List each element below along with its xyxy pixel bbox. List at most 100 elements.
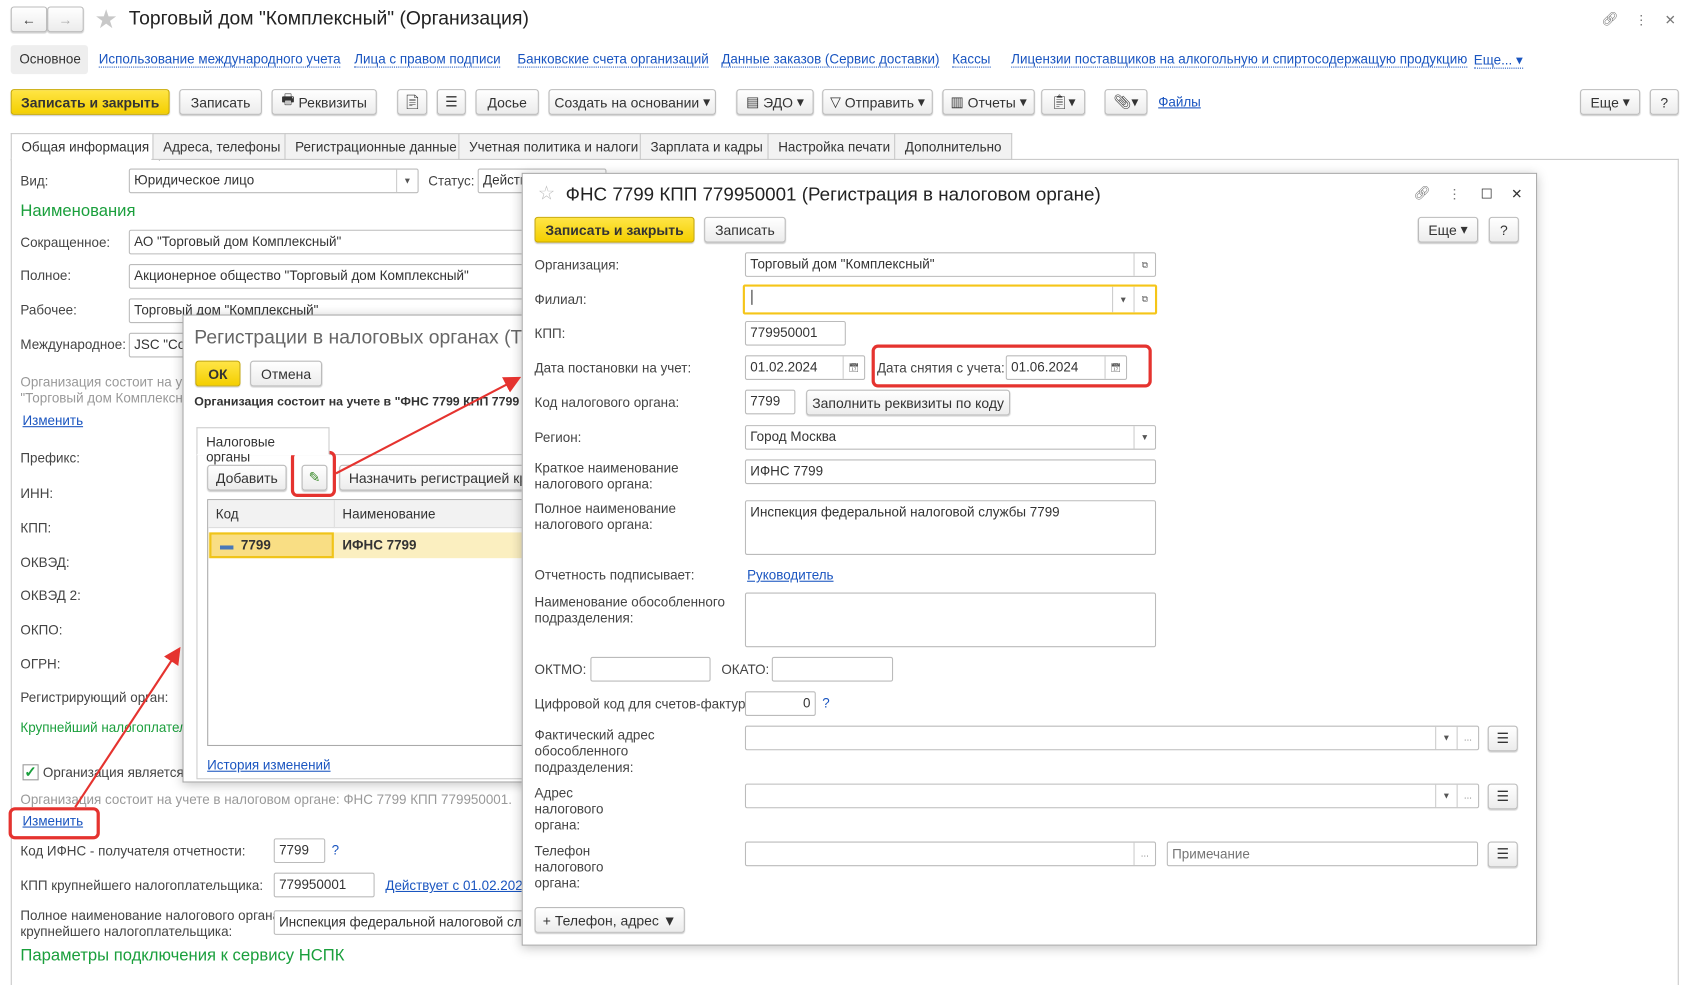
save-button[interactable]: Записать [179,89,262,115]
dossier-button[interactable]: Досье [475,89,539,115]
more-button[interactable]: Еще ▾ [1580,89,1641,115]
create-based-button[interactable]: Создать на основании ▾ [548,89,716,115]
ifns-input[interactable]: 7799 [273,838,326,864]
tab-payroll[interactable]: Зарплата и кадры [639,133,774,160]
code-input[interactable]: 7799 [744,389,796,415]
short-name-input[interactable]: АО "Торговый дом Комплексный" [128,229,537,255]
files-link[interactable]: Файлы [1158,94,1201,109]
more-vertical-icon[interactable]: ⋮ [1446,182,1463,203]
close-icon[interactable]: ✕ [1661,9,1680,30]
link-icon[interactable]: 🔗︎ [1599,9,1620,30]
back-button[interactable]: ← [10,6,48,33]
oktmo-input[interactable] [590,656,711,682]
short-name-label-2: налогового органа: [534,476,653,492]
addr-menu-button[interactable]: ☰ [1487,783,1518,810]
save-button[interactable]: Записать [704,216,786,243]
list-icon-button[interactable]: ☰ [436,89,466,115]
close-icon[interactable]: ✕ [1506,182,1527,203]
tab-accounting-policy[interactable]: Учетная политика и налоги [458,133,650,160]
save-close-button[interactable]: Записать и закрыть [10,89,170,115]
requisites-button[interactable]: 🖶 Реквизиты [271,89,377,115]
nav-orders[interactable]: Данные заказов (Сервис доставки) [721,52,940,68]
forward-button[interactable]: → [47,6,84,33]
more-vertical-icon[interactable]: ⋮ [1632,9,1651,30]
add-contact-button[interactable]: + Телефон, адрес ▼ [534,907,685,933]
nav-more[interactable]: Еще... ▾ [1473,52,1523,69]
reg-org-label: Регистрирующий орган: [20,690,169,706]
addr-input[interactable]: ▼… [744,783,1480,809]
cancel-button[interactable]: Отмена [250,360,323,387]
reg-date-input[interactable]: 01.02.2024 📅︎ [744,355,866,380]
maximize-icon[interactable]: ☐ [1476,182,1497,203]
subdivision-textarea[interactable] [744,592,1157,648]
ellipsis-icon: … [1456,726,1478,750]
assign-largest-button[interactable]: Назначить регистрацией кру [339,464,544,491]
phone-label-3: органа: [534,875,581,891]
full-name-textarea[interactable]: Инспекция федеральной налоговой службы 7… [744,500,1157,555]
reg-note: Организация состоит на уч [20,374,190,390]
oktmo-label: ОКТМО: [534,662,587,678]
fill-by-code-button[interactable]: Заполнить реквизиты по коду [806,389,1011,416]
ok-button[interactable]: ОК [195,360,241,387]
nav-bank-accounts[interactable]: Банковские счета организаций [517,52,709,68]
document-icon-button[interactable]: 📄︎ [397,89,428,115]
history-link[interactable]: История изменений [207,758,330,773]
nav-signatories[interactable]: Лица с правом подписи [354,52,501,68]
valid-from-link[interactable]: Действует с 01.02.2024 [385,878,530,893]
tab-addresses[interactable]: Адреса, телефоны [152,133,292,160]
kpp-largest-input[interactable]: 779950001 [273,872,375,898]
fact-addr-menu-button[interactable]: ☰ [1487,725,1518,752]
favorite-star-icon[interactable]: ☆ [538,182,555,205]
send-button[interactable]: ▽ Отправить ▾ [822,89,933,115]
link-icon[interactable]: 🔗︎ [1412,182,1433,203]
registration-info: Организация состоит на учете в "ФНС 7799… [194,396,520,409]
full-org-input[interactable]: Инспекция федеральной налоговой служ [273,910,532,935]
table-row[interactable]: ▬ 7799 ИФНС 7799 [208,532,552,559]
edo-button[interactable]: ▤ ЭДО ▾ [736,89,814,115]
tab-print[interactable]: Настройка печати [767,133,901,160]
vid-select[interactable]: Юридическое лицо ▼ [128,168,419,194]
full-name-input[interactable]: Акционерное общество "Торговый дом Компл… [128,264,537,289]
more-button[interactable]: Еще ▾ [1417,216,1479,243]
work-name-label: Рабочее: [20,302,77,318]
tax-authorities-table: Код Наименование ▬ 7799 ИФНС 7799 [207,499,552,747]
column-header-code[interactable]: Код [208,500,335,529]
phone-input[interactable]: … [744,841,1157,867]
change-link-top[interactable]: Изменить [23,413,84,428]
full-name-label-2: налогового органа: [534,517,653,533]
phone-menu-button[interactable]: ☰ [1487,841,1518,868]
tab-tax-authorities[interactable]: Налоговые органы [196,427,330,465]
column-header-name[interactable]: Наименование [334,500,552,529]
kpp-input[interactable]: 779950001 [744,320,846,346]
subdivision-label: Наименование обособленного [534,594,725,610]
fact-addr-input[interactable]: ▼… [744,725,1480,751]
highlight-unreg-date [871,344,1152,388]
short-name-input[interactable]: ИФНС 7799 [744,459,1157,485]
add-button[interactable]: Добавить [207,464,287,491]
nav-main[interactable]: Основное [10,45,89,75]
ifns-help-icon[interactable]: ? [332,843,339,858]
nav-cash[interactable]: Кассы [952,52,991,68]
attachments-menu-button[interactable]: 📋︎▾ [1041,89,1086,115]
branch-input[interactable]: ▼ ⧉ [742,284,1158,315]
tab-registration[interactable]: Регистрационные данные [284,133,468,160]
digit-code-input[interactable]: 0 [744,691,816,716]
save-close-button[interactable]: Записать и закрыть [534,216,695,243]
nav-intl-accounting[interactable]: Использование международного учета [98,52,341,68]
phone-note-input[interactable] [1166,841,1479,867]
help-button[interactable]: ? [1488,216,1519,243]
row-marker-icon: ▬ [220,537,241,553]
largest-taxpayer-checkbox[interactable]: ✓ [22,764,39,781]
paperclip-button[interactable]: 📎︎▾ [1104,89,1148,115]
help-button[interactable]: ? [1649,89,1679,115]
favorite-star-icon[interactable]: ★ [94,4,117,35]
region-select[interactable]: Город Москва ▼ [744,425,1157,450]
signer-link[interactable]: Руководитель [747,568,833,583]
tab-additional[interactable]: Дополнительно [894,133,1013,160]
reports-button[interactable]: ▥ Отчеты ▾ [942,89,1035,115]
okato-input[interactable] [771,656,894,682]
org-input[interactable]: Торговый дом "Комплексный" ⧉ [744,252,1157,277]
digit-help-icon[interactable]: ? [822,696,829,711]
kpp-largest-label: КПП крупнейшего налогоплательщика: [20,878,264,894]
nav-licenses[interactable]: Лицензии поставщиков на алкогольную и сп… [1011,52,1468,68]
